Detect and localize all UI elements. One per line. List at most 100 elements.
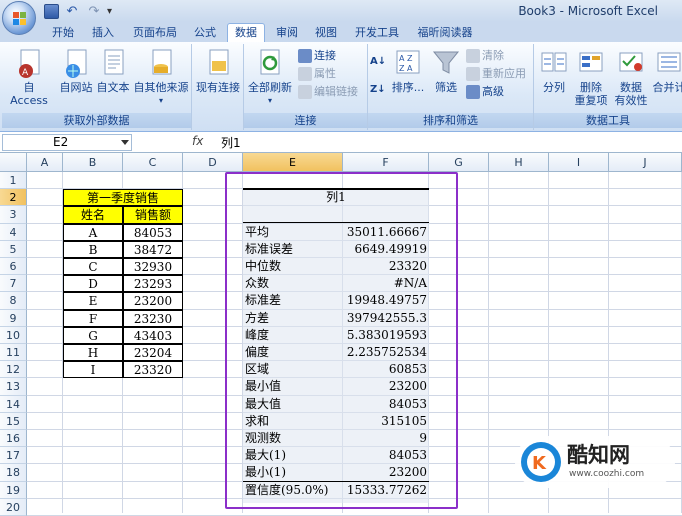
row-header-3[interactable]: 3 (0, 206, 27, 223)
data-validation-button[interactable]: 数据 有效性 (612, 47, 650, 107)
row-header-8[interactable]: 8 (0, 292, 27, 309)
column-header-g[interactable]: G (429, 153, 489, 172)
stats-value[interactable]: 23320 (343, 258, 429, 275)
stats-value[interactable]: 19948.49757 (343, 292, 429, 309)
column-header-c[interactable]: C (123, 153, 183, 172)
stats-value[interactable]: 397942555.3 (343, 310, 429, 327)
existing-connections-button[interactable]: 现有连接 (193, 47, 243, 94)
tab-review[interactable]: 审阅 (270, 24, 304, 42)
sales-cell-name[interactable]: E (63, 292, 123, 309)
sales-cell-amount[interactable]: 43403 (123, 327, 183, 344)
sales-cell-name[interactable]: F (63, 310, 123, 327)
sales-cell-name[interactable]: H (63, 344, 123, 361)
stats-label[interactable]: 最大值 (243, 396, 343, 413)
row-header-6[interactable]: 6 (0, 258, 27, 275)
stats-value[interactable]: 9 (343, 430, 429, 447)
undo-icon[interactable]: ↶ (63, 4, 81, 19)
sales-cell-amount[interactable]: 32930 (123, 258, 183, 275)
stats-label[interactable]: 置信度(95.0%) (243, 482, 343, 499)
stats-value[interactable]: 6649.49919 (343, 241, 429, 258)
stats-value[interactable]: 23200 (343, 378, 429, 395)
row-header-11[interactable]: 11 (0, 344, 27, 361)
stats-label[interactable]: 求和 (243, 413, 343, 430)
sort-descending-button[interactable]: Z↓ (370, 82, 386, 98)
connections-button[interactable]: 连接 (298, 48, 336, 64)
consolidate-button[interactable]: 合并计 (652, 47, 682, 94)
column-header-b[interactable]: B (63, 153, 123, 172)
tab-data[interactable]: 数据 (227, 23, 265, 43)
stats-label[interactable]: 观测数 (243, 430, 343, 447)
sales-cell-amount[interactable]: 23293 (123, 275, 183, 292)
column-header-d[interactable]: D (183, 153, 243, 172)
name-box[interactable]: E2 (2, 134, 132, 151)
tab-view[interactable]: 视图 (309, 24, 343, 42)
tab-developer[interactable]: 开发工具 (348, 24, 406, 42)
tab-formulas[interactable]: 公式 (188, 24, 222, 42)
office-button[interactable] (2, 1, 36, 35)
formula-input[interactable]: 列1 (221, 134, 241, 151)
stats-label[interactable]: 标准误差 (243, 241, 343, 258)
sales-cell-name[interactable]: I (63, 361, 123, 378)
row-header-5[interactable]: 5 (0, 241, 27, 258)
stats-label[interactable]: 峰度 (243, 327, 343, 344)
sales-cell-name[interactable]: C (63, 258, 123, 275)
stats-value[interactable]: 60853 (343, 361, 429, 378)
row-header-7[interactable]: 7 (0, 275, 27, 292)
row-header-15[interactable]: 15 (0, 413, 27, 430)
row-header-19[interactable]: 19 (0, 482, 27, 499)
save-icon[interactable] (44, 4, 59, 19)
stats-value[interactable]: 84053 (343, 447, 429, 464)
row-header-20[interactable]: 20 (0, 499, 27, 516)
sales-cell-amount[interactable]: 84053 (123, 224, 183, 241)
row-header-9[interactable]: 9 (0, 310, 27, 327)
from-text-button[interactable]: 自文本 (95, 47, 131, 94)
insert-function-button[interactable]: fx (192, 134, 203, 148)
stats-value[interactable]: 5.383019593 (343, 327, 429, 344)
column-header-i[interactable]: I (549, 153, 609, 172)
stats-value[interactable]: 315105 (343, 413, 429, 430)
column-header-j[interactable]: J (609, 153, 682, 172)
sales-cell-name[interactable]: A (63, 224, 123, 241)
row-header-18[interactable]: 18 (0, 464, 27, 481)
row-header-13[interactable]: 13 (0, 378, 27, 395)
row-header-1[interactable]: 1 (0, 172, 27, 189)
clear-button[interactable]: 清除 (466, 48, 504, 64)
tab-home[interactable]: 开始 (46, 24, 80, 42)
stats-label[interactable]: 偏度 (243, 344, 343, 361)
column-header-f[interactable]: F (343, 153, 429, 172)
row-header-16[interactable]: 16 (0, 430, 27, 447)
sales-cell-name[interactable]: B (63, 241, 123, 258)
sales-cell-amount[interactable]: 23230 (123, 310, 183, 327)
select-all-corner[interactable] (0, 153, 27, 172)
name-box-dropdown-icon[interactable] (121, 140, 129, 145)
sales-cell-amount[interactable]: 38472 (123, 241, 183, 258)
from-web-button[interactable]: 自网站 (57, 47, 95, 94)
customize-qat-icon[interactable]: ▾ (107, 4, 117, 19)
sales-header-amount[interactable]: 销售额 (123, 206, 183, 223)
from-other-sources-button[interactable]: 自其他来源 ▾ (131, 47, 191, 107)
stats-label[interactable]: 最小值 (243, 378, 343, 395)
tab-insert[interactable]: 插入 (86, 24, 120, 42)
row-header-4[interactable]: 4 (0, 224, 27, 241)
stats-label[interactable]: 平均 (243, 224, 343, 241)
sort-button[interactable]: A ZZ A 排序... (388, 47, 428, 94)
sales-header-name[interactable]: 姓名 (63, 206, 123, 223)
sales-cell-name[interactable]: G (63, 327, 123, 344)
text-to-columns-button[interactable]: 分列 (536, 47, 572, 94)
row-header-12[interactable]: 12 (0, 361, 27, 378)
stats-value[interactable]: 84053 (343, 396, 429, 413)
edit-links-button[interactable]: 编辑链接 (298, 84, 358, 100)
sales-cell-amount[interactable]: 23320 (123, 361, 183, 378)
sales-cell-name[interactable]: D (63, 275, 123, 292)
column-header-a[interactable]: A (27, 153, 63, 172)
properties-button[interactable]: 属性 (298, 66, 336, 82)
stats-value[interactable]: 15333.77262 (343, 482, 429, 499)
stats-value[interactable]: 35011.66667 (343, 224, 429, 241)
stats-value[interactable]: 2.235752534 (343, 344, 429, 361)
sales-table-title[interactable]: 第一季度销售 (63, 189, 183, 206)
stats-value[interactable]: 23200 (343, 464, 429, 481)
row-header-14[interactable]: 14 (0, 396, 27, 413)
stats-label[interactable]: 最小(1) (243, 464, 343, 481)
stats-label[interactable]: 中位数 (243, 258, 343, 275)
stats-label[interactable]: 区域 (243, 361, 343, 378)
